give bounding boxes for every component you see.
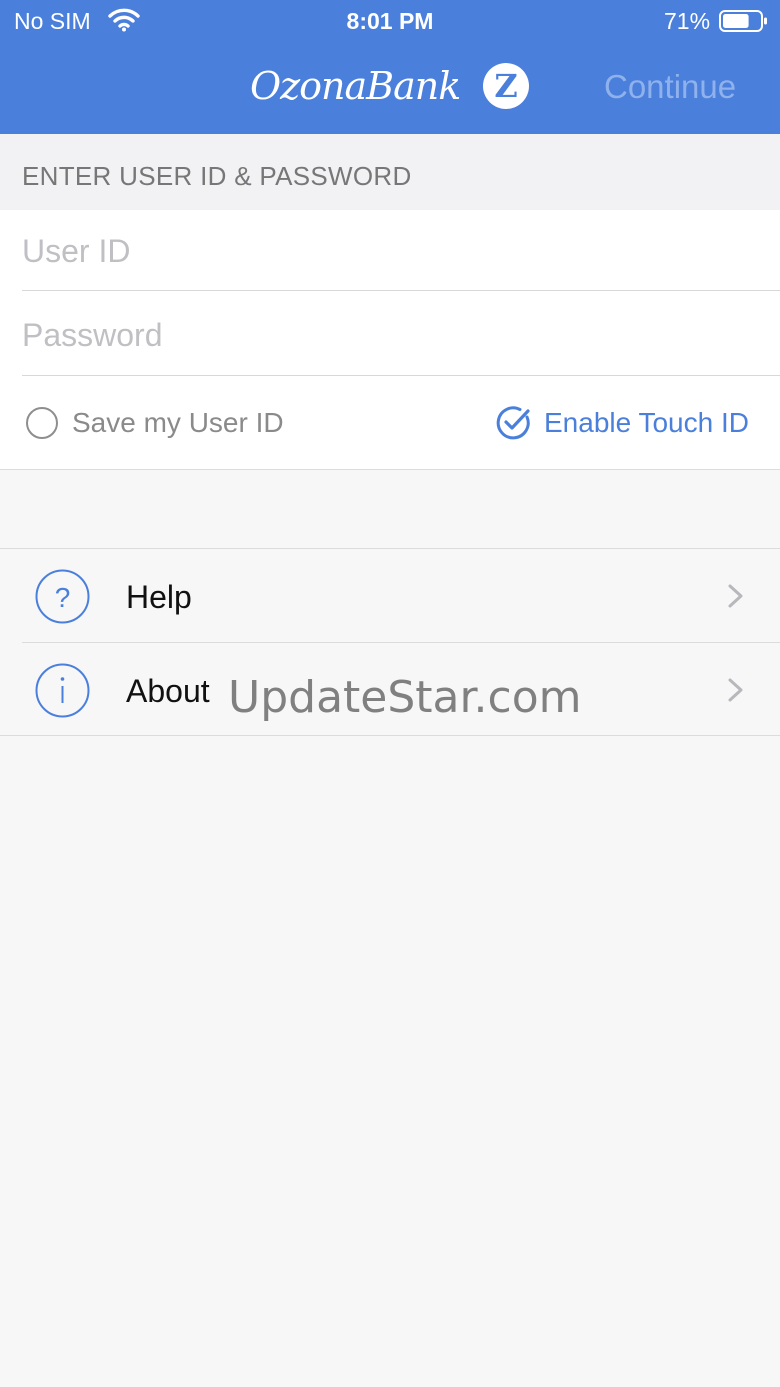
divider (22, 290, 780, 291)
ozona-bank-logo: OzonaBank Z (250, 62, 540, 116)
nav-bar: OzonaBank Z Continue (0, 44, 780, 134)
user-id-field[interactable] (22, 210, 780, 292)
clock: 8:01 PM (346, 8, 434, 34)
info-icon (35, 663, 90, 718)
menu-item-help[interactable]: ? Help (0, 549, 780, 643)
login-section-header: ENTER USER ID & PASSWORD (0, 134, 780, 210)
app-header: No SIM 8:01 PM 71% OzonaBank Z Continue (0, 0, 780, 134)
menu-item-label: Help (126, 579, 192, 615)
question-icon: ? (35, 569, 90, 624)
chevron-right-icon (728, 678, 743, 702)
login-form: Save my User ID Enable Touch ID (0, 210, 780, 470)
save-user-id-label: Save my User ID (72, 407, 284, 438)
save-user-id-toggle[interactable]: Save my User ID (26, 403, 326, 443)
continue-button[interactable]: Continue (604, 68, 736, 106)
logo-wordmark: OzonaBank (250, 64, 461, 108)
enable-touch-id-label: Enable Touch ID (544, 407, 749, 438)
enable-touch-id-toggle[interactable]: Enable Touch ID (496, 403, 766, 443)
menu-item-label: About (126, 673, 210, 709)
logo-z-icon: Z (483, 63, 529, 109)
radio-unchecked-icon (26, 407, 58, 439)
checkmark-circle-icon (496, 406, 530, 440)
battery-percentage: 71% (664, 8, 711, 34)
watermark: UpdateStar.com (228, 672, 582, 723)
status-bar: No SIM 8:01 PM 71% (0, 0, 780, 44)
svg-text:?: ? (55, 582, 71, 613)
battery-icon (719, 10, 767, 32)
login-screen: No SIM 8:01 PM 71% OzonaBank Z Continue … (0, 0, 780, 1387)
chevron-right-icon (728, 584, 743, 608)
divider (22, 375, 780, 376)
login-section-title: ENTER USER ID & PASSWORD (22, 161, 412, 191)
logo-letter: Z (494, 67, 517, 105)
password-field[interactable] (22, 294, 780, 376)
